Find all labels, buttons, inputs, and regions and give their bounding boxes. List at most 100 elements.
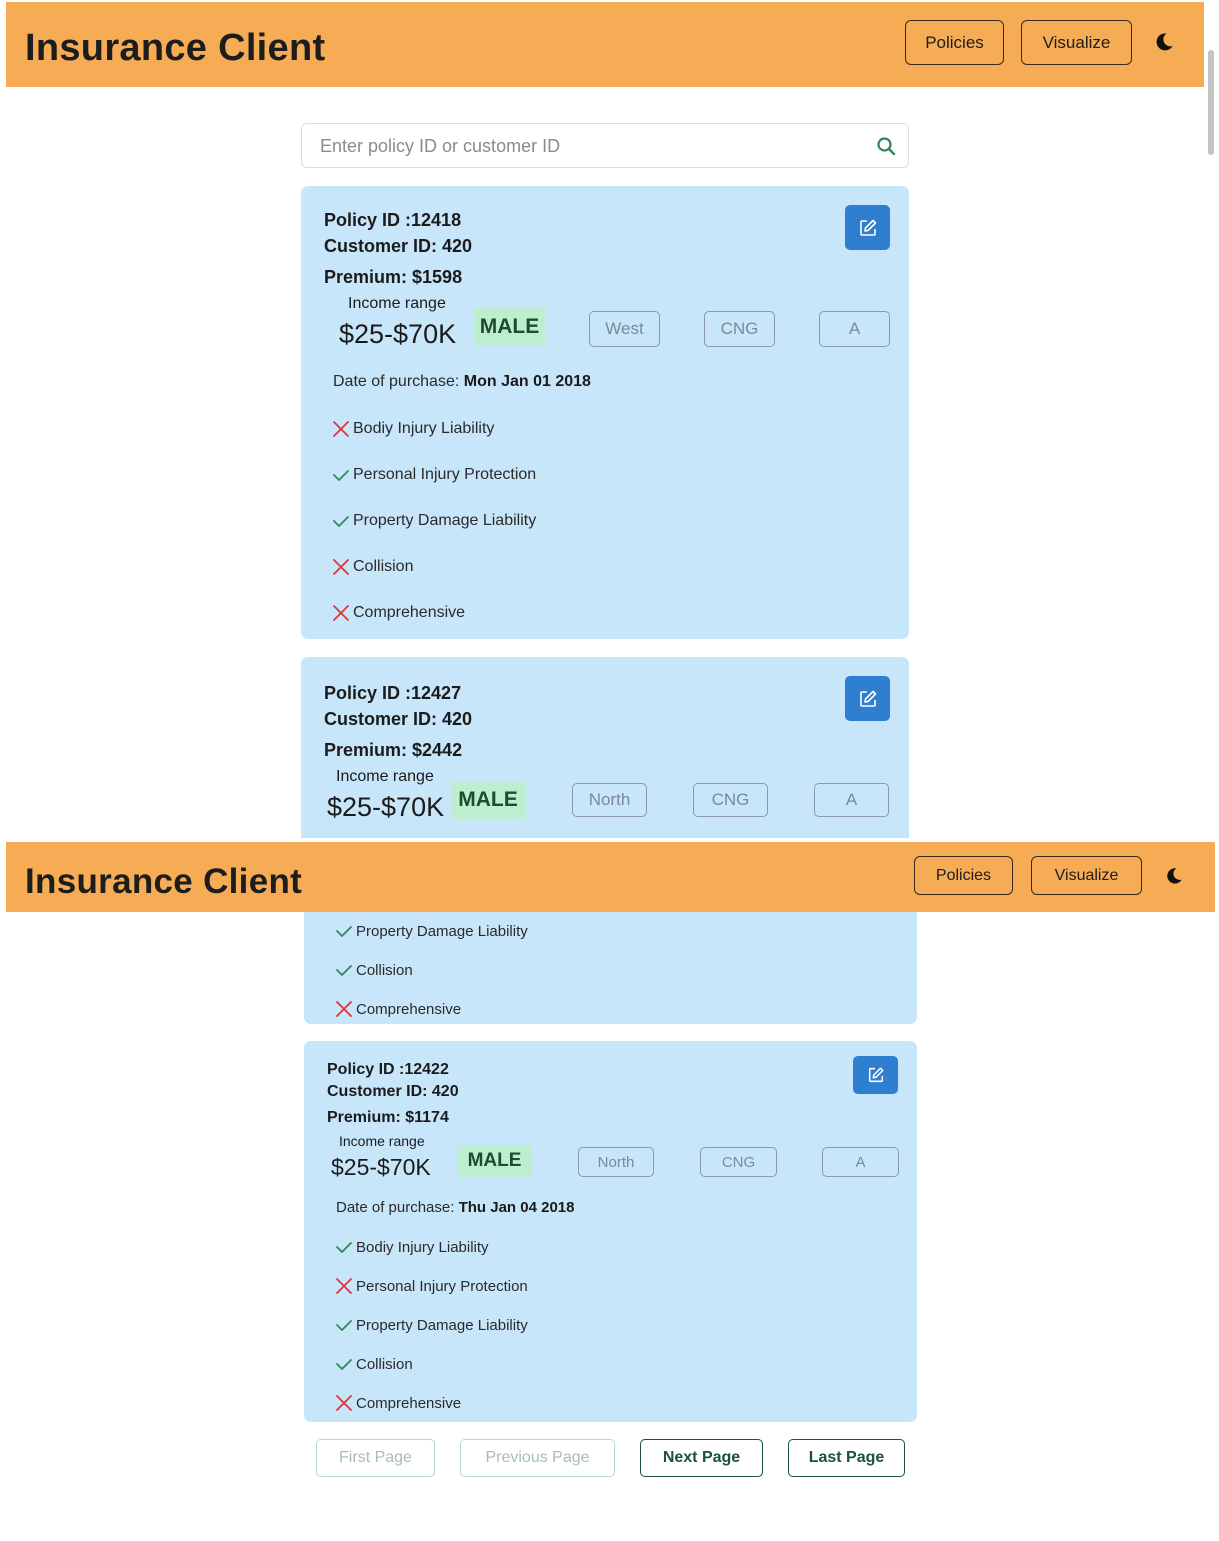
coverage-label: Property Damage Liability bbox=[353, 512, 537, 529]
policy-id: Policy ID :12422 bbox=[327, 1061, 449, 1078]
edit-button[interactable] bbox=[853, 1056, 898, 1094]
cross-icon bbox=[333, 421, 349, 437]
navbar: Insurance Client Policies Visualize bbox=[6, 2, 1204, 87]
date-value: Mon Jan 01 2018 bbox=[463, 373, 591, 390]
date-label: Date of purchase: bbox=[333, 373, 460, 390]
last-page-button[interactable]: Last Page bbox=[788, 1439, 905, 1477]
coverage-item: Comprehensive bbox=[332, 604, 465, 622]
coverage-label: Comprehensive bbox=[356, 1000, 462, 1018]
coverage-item: Collision bbox=[335, 1355, 413, 1373]
premium: Premium: $1174 bbox=[327, 1109, 449, 1126]
region-tag: North bbox=[578, 1147, 654, 1177]
search-icon[interactable] bbox=[876, 136, 896, 156]
first-page-button[interactable]: First Page bbox=[316, 1439, 435, 1477]
cross-icon bbox=[333, 605, 349, 621]
region-tag: North bbox=[572, 783, 647, 817]
coverage-label: Comprehensive bbox=[356, 1394, 462, 1412]
fuel-tag: CNG bbox=[700, 1147, 777, 1177]
income-range-value: $25-$70K bbox=[339, 319, 457, 349]
date-value: Thu Jan 04 2018 bbox=[458, 1199, 575, 1216]
check-icon bbox=[336, 965, 352, 976]
segment-tag: A bbox=[819, 311, 890, 347]
region-tag: West bbox=[589, 311, 660, 347]
coverage-label: Comprehensive bbox=[353, 604, 466, 621]
coverage-label: Collision bbox=[356, 961, 413, 979]
edit-icon bbox=[868, 1067, 884, 1083]
coverage-label: Bodiy Injury Liability bbox=[356, 1238, 489, 1256]
coverage-item: Collision bbox=[335, 961, 413, 979]
premium: Premium: $1598 bbox=[324, 267, 463, 287]
check-icon bbox=[336, 1320, 352, 1331]
gender-badge: MALE bbox=[457, 1145, 532, 1177]
app-title: Insurance Client bbox=[25, 862, 303, 901]
previous-page-button[interactable]: Previous Page bbox=[460, 1439, 615, 1477]
policy-id: Policy ID :12418 bbox=[324, 210, 462, 230]
customer-id: Customer ID: 420 bbox=[324, 709, 473, 729]
coverage-item: Property Damage Liability bbox=[335, 922, 528, 940]
income-range-label: Income range bbox=[348, 295, 446, 312]
coverage-item: Comprehensive bbox=[335, 1394, 461, 1412]
date-of-purchase: Date of purchase: Thu Jan 04 2018 bbox=[336, 1199, 574, 1216]
gender-badge: MALE bbox=[474, 308, 545, 346]
cross-icon bbox=[336, 1278, 352, 1294]
scrollbar-thumb[interactable] bbox=[1208, 50, 1214, 155]
gender-badge: MALE bbox=[451, 781, 525, 819]
next-page-button[interactable]: Next Page bbox=[640, 1439, 763, 1477]
customer-id: Customer ID: 420 bbox=[324, 236, 473, 256]
edit-icon bbox=[859, 690, 876, 707]
cross-icon bbox=[336, 1001, 352, 1017]
moon-icon[interactable] bbox=[1165, 867, 1183, 885]
policy-id: Policy ID :12427 bbox=[324, 683, 462, 703]
bottom-view: Property Damage Liability Collision Compre… bbox=[0, 838, 1219, 1541]
app-title: Insurance Client bbox=[25, 27, 326, 69]
moon-icon[interactable] bbox=[1154, 32, 1174, 52]
check-icon bbox=[336, 1359, 352, 1370]
check-icon bbox=[333, 470, 349, 481]
coverage-item: Collision bbox=[332, 558, 413, 576]
coverage-item: Personal Injury Protection bbox=[335, 1277, 528, 1295]
coverage-item: Property Damage Liability bbox=[332, 512, 536, 530]
coverage-item: Personal Injury Protection bbox=[332, 466, 536, 484]
coverage-item: Bodiy Injury Liability bbox=[332, 420, 494, 438]
income-range-label: Income range bbox=[339, 1133, 425, 1149]
search-input[interactable] bbox=[320, 134, 850, 158]
coverage-label: Collision bbox=[356, 1355, 413, 1373]
segment-tag: A bbox=[814, 783, 889, 817]
scrollbar[interactable] bbox=[1204, 0, 1219, 838]
policy-card: Policy ID :12422 Customer ID: 420 Premiu… bbox=[304, 1041, 917, 1422]
check-icon bbox=[336, 1242, 352, 1253]
policy-card: Policy ID :12418 Customer ID: 420 Premiu… bbox=[301, 186, 909, 639]
top-view: Insurance Client Policies Visualize Poli… bbox=[0, 0, 1219, 838]
income-range-value: $25-$70K bbox=[331, 1154, 431, 1180]
coverage-label: Personal Injury Protection bbox=[353, 466, 537, 483]
edit-button[interactable] bbox=[845, 676, 890, 721]
fuel-tag: CNG bbox=[693, 783, 768, 817]
coverage-label: Collision bbox=[353, 558, 414, 575]
policy-card: Policy ID :12427 Customer ID: 420 Premiu… bbox=[301, 657, 909, 838]
coverage-label: Bodiy Injury Liability bbox=[353, 420, 495, 437]
check-icon bbox=[336, 926, 352, 937]
policies-button[interactable]: Policies bbox=[905, 20, 1004, 65]
check-icon bbox=[333, 516, 349, 527]
cross-icon bbox=[336, 1395, 352, 1411]
date-of-purchase: Date of purchase: Mon Jan 01 2018 bbox=[333, 373, 591, 391]
coverage-item: Bodiy Injury Liability bbox=[335, 1238, 489, 1256]
visualize-button[interactable]: Visualize bbox=[1031, 856, 1142, 895]
premium: Premium: $2442 bbox=[324, 740, 463, 760]
coverage-label: Property Damage Liability bbox=[356, 922, 528, 940]
navbar: Insurance Client Policies Visualize bbox=[6, 842, 1215, 912]
customer-id: Customer ID: 420 bbox=[327, 1083, 459, 1100]
edit-button[interactable] bbox=[845, 205, 890, 250]
coverage-item: Property Damage Liability bbox=[335, 1316, 528, 1334]
date-label: Date of purchase: bbox=[336, 1199, 455, 1216]
policies-button[interactable]: Policies bbox=[914, 856, 1013, 895]
search-bar bbox=[301, 123, 909, 168]
cross-icon bbox=[333, 559, 349, 575]
edit-icon bbox=[859, 219, 876, 236]
coverage-label: Personal Injury Protection bbox=[356, 1277, 528, 1295]
income-range-value: $25-$70K bbox=[327, 792, 445, 822]
fuel-tag: CNG bbox=[704, 311, 775, 347]
coverage-item: Comprehensive bbox=[335, 1000, 461, 1018]
coverage-label: Property Damage Liability bbox=[356, 1316, 528, 1334]
visualize-button[interactable]: Visualize bbox=[1021, 20, 1132, 65]
